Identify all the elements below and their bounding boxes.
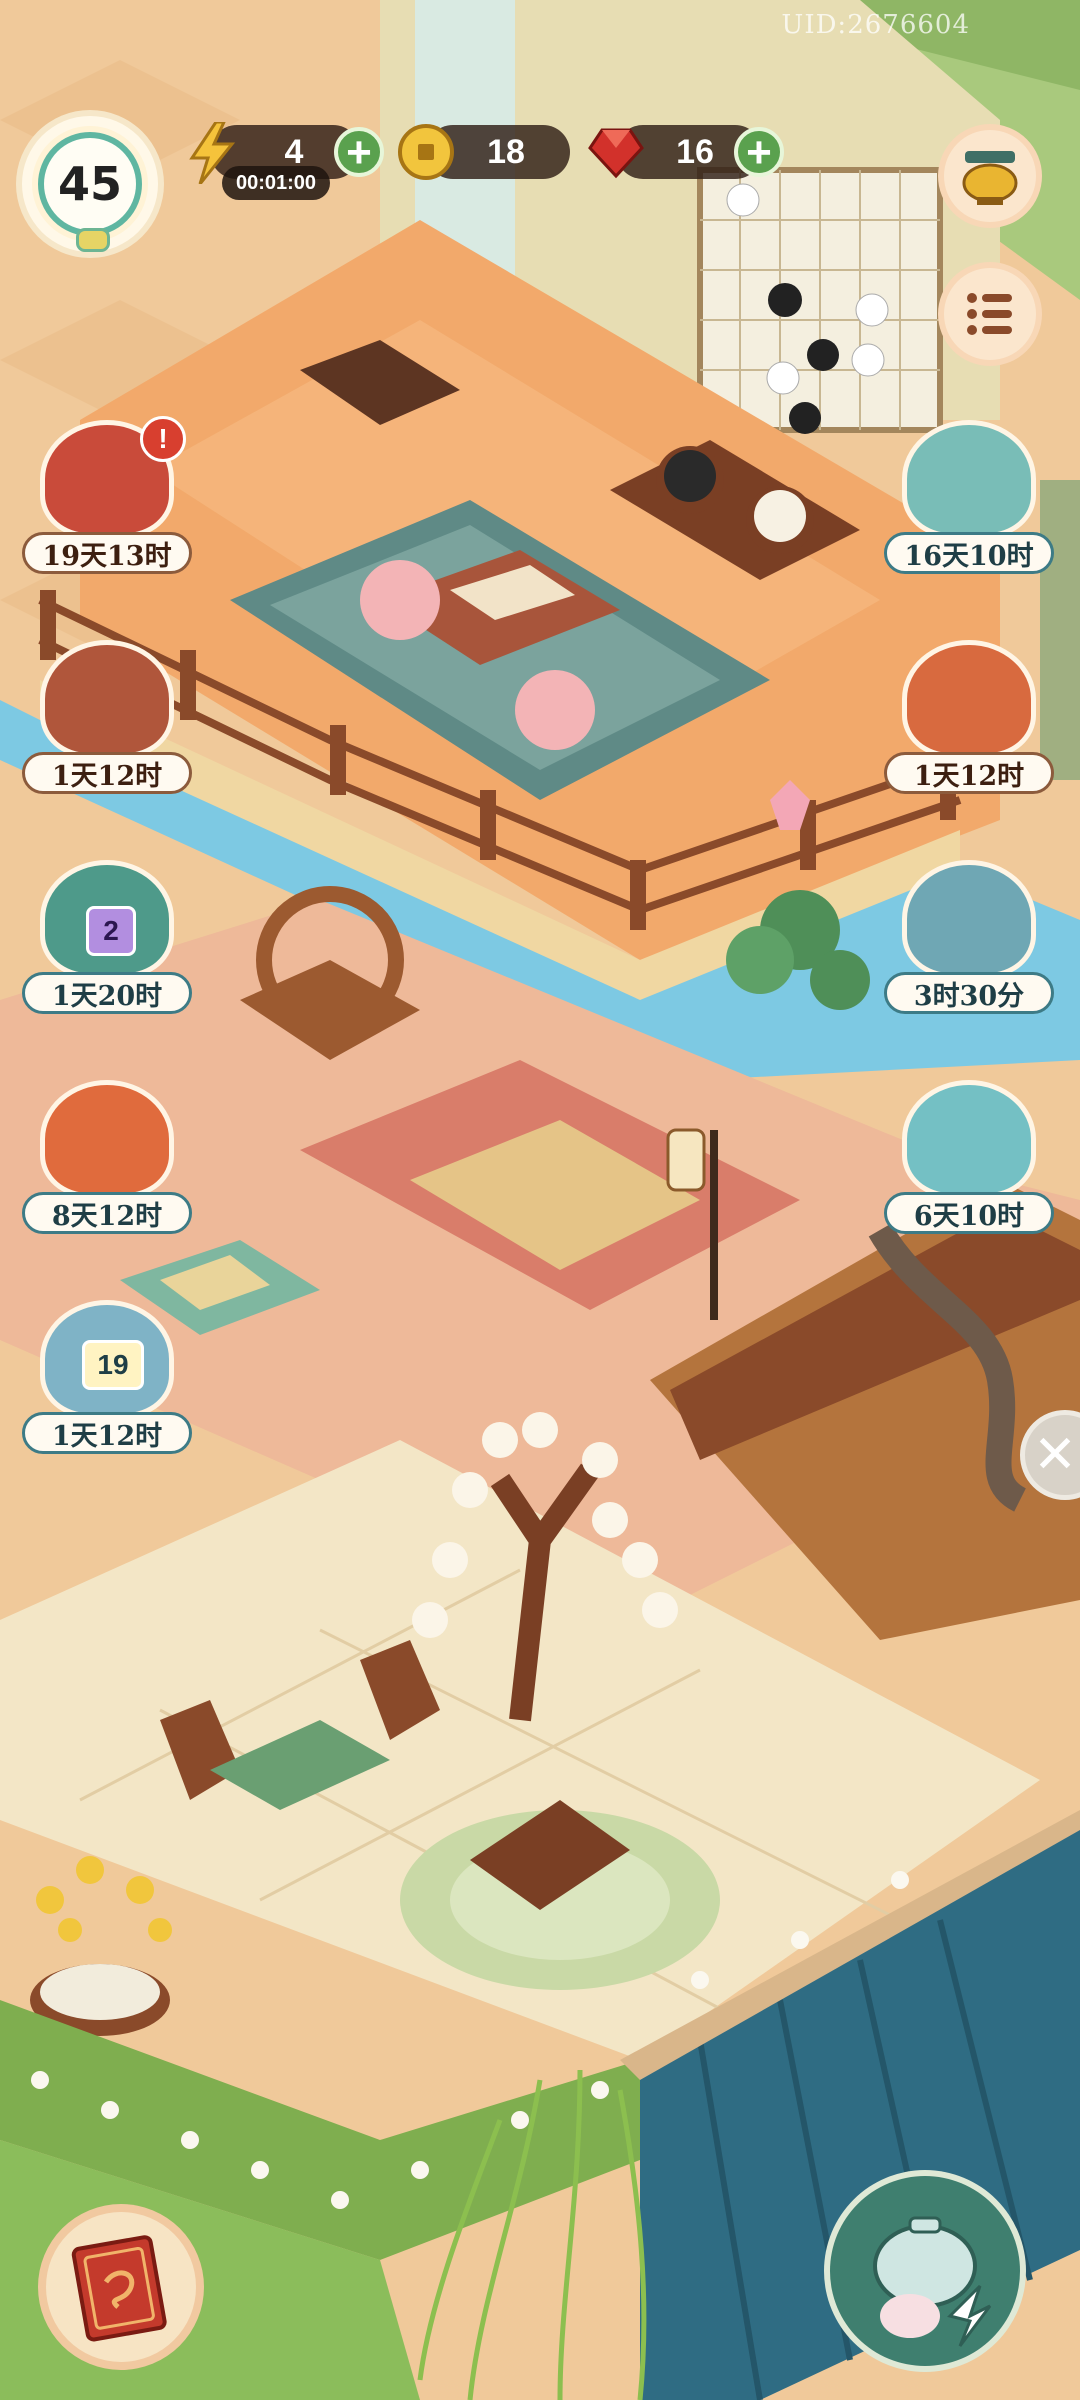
coin-counter[interactable]: 18 <box>398 122 578 182</box>
close-icon: ✕ <box>1033 1426 1077 1484</box>
storybook-button[interactable] <box>46 2212 196 2362</box>
shop-button[interactable] <box>944 130 1036 222</box>
coin-value: 18 <box>487 132 525 171</box>
energy-timer: 00:01:00 <box>222 166 330 200</box>
gift-cat-icon <box>902 1080 1036 1198</box>
add-gems-button[interactable]: + <box>734 127 784 177</box>
fan-cat-icon <box>902 640 1036 758</box>
player-level-badge[interactable]: 45 <box>22 116 158 252</box>
event-timer: 6天10时 <box>884 1192 1054 1234</box>
ruby-icon <box>588 128 644 179</box>
event-fan-cat[interactable]: 1天12时 <box>884 640 1054 800</box>
lady-portrait-icon <box>40 1080 174 1198</box>
event-timer: 19天13时 <box>22 532 192 574</box>
event-lady-portrait[interactable]: 8天12时 <box>22 1080 192 1240</box>
lotus-number-badge: 19 <box>82 1340 144 1390</box>
event-timer: 1天12时 <box>884 752 1054 794</box>
event-timer: 1天12时 <box>22 752 192 794</box>
event-timer: 3时30分 <box>884 972 1054 1014</box>
add-energy-button[interactable]: + <box>334 127 384 177</box>
event-bath-cat[interactable]: 16天10时 <box>884 420 1054 580</box>
event-timer: 1天20时 <box>22 972 192 1014</box>
event-maple-book[interactable]: ! 19天13时 <box>22 416 192 580</box>
golden-cauldron-icon <box>962 151 1018 205</box>
level-number: 45 <box>44 138 136 230</box>
bath-cat-icon <box>902 420 1036 538</box>
event-timer: 8天12时 <box>22 1192 192 1234</box>
tea-rabbit-button[interactable] <box>830 2176 1020 2366</box>
event-timer: 16天10时 <box>884 532 1054 574</box>
gem-value: 16 <box>676 132 714 171</box>
level-gem-icon <box>76 228 110 252</box>
teapot-icon <box>40 640 174 758</box>
event-teapot[interactable]: 1天12时 <box>22 640 192 800</box>
event-timer: 1天12时 <box>22 1412 192 1454</box>
gate-number-badge: 2 <box>86 906 136 956</box>
user-id-label: UID:2676604 <box>781 10 970 40</box>
event-snow-fish[interactable]: 3时30分 <box>884 860 1054 1020</box>
snow-fish-icon <box>902 860 1036 978</box>
event-gift-cat[interactable]: 6天10时 <box>884 1080 1054 1240</box>
gem-counter[interactable]: 16 + <box>588 122 788 182</box>
alert-icon: ! <box>140 416 186 462</box>
coin-icon <box>398 124 454 180</box>
list-menu-icon <box>967 293 1012 335</box>
event-treasure-gate[interactable]: 2 1天20时 <box>22 860 192 1020</box>
red-book-icon <box>71 2235 167 2342</box>
event-lotus[interactable]: 19 1天12时 <box>22 1300 192 1460</box>
teapot-rabbit-icon <box>873 2216 992 2347</box>
menu-button[interactable] <box>944 268 1036 360</box>
